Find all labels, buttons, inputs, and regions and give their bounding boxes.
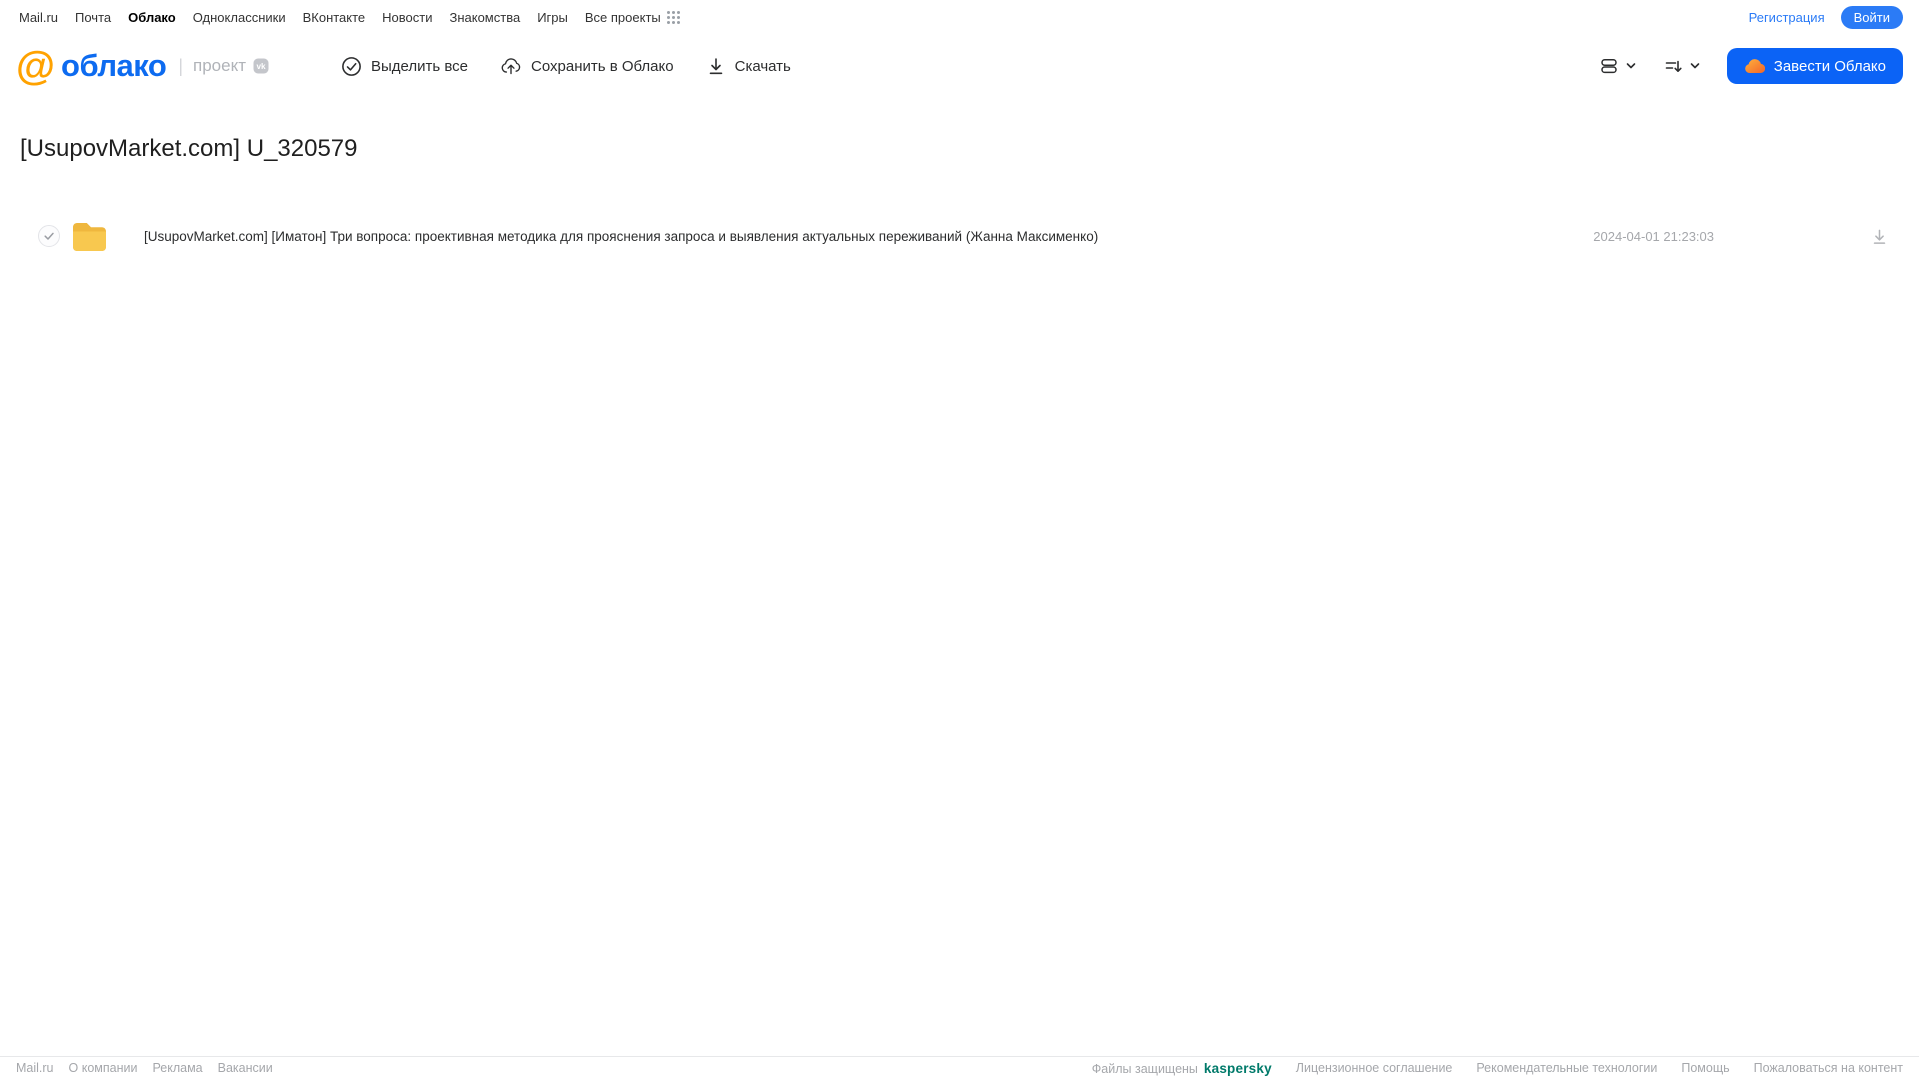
footer-link-report[interactable]: Пожаловаться на контент	[1754, 1061, 1903, 1075]
view-mode-dropdown[interactable]	[1599, 56, 1637, 76]
footer-link-ads[interactable]: Реклама	[152, 1061, 202, 1075]
create-cloud-label: Завести Облако	[1773, 57, 1886, 75]
footer-link-company[interactable]: О компании	[69, 1061, 138, 1075]
footer-link-recommendations[interactable]: Рекомендательные технологии	[1476, 1061, 1657, 1075]
nav-item-oblako[interactable]: Облако	[128, 10, 176, 25]
logo-wordmark: облако	[61, 48, 167, 83]
file-date: 2024-04-01 21:23:03	[1593, 228, 1714, 244]
create-cloud-button[interactable]: Завести Облако	[1726, 48, 1903, 84]
all-projects-label: Все проекты	[584, 9, 661, 25]
save-to-cloud-button[interactable]: Сохранить в Облако	[500, 55, 674, 77]
sort-icon	[1665, 60, 1682, 72]
page-footer: Mail.ru О компании Реклама Вакансии Файл…	[0, 1056, 1919, 1079]
row-download-button[interactable]	[1870, 227, 1889, 246]
portal-nav: Mail.ru Почта Облако Одноклассники ВКонт…	[0, 0, 1919, 34]
footer-link-help[interactable]: Помощь	[1681, 1061, 1729, 1075]
protected-label: Файлы защищены	[1091, 1061, 1198, 1076]
chevron-down-icon	[1626, 63, 1636, 69]
kaspersky-protection: Файлы защищены kaspersky	[1092, 1061, 1272, 1076]
download-button[interactable]: Скачать	[706, 56, 791, 76]
nav-item-mailru[interactable]: Mail.ru	[19, 10, 58, 25]
nav-item-novosti[interactable]: Новости	[382, 10, 432, 25]
folder-icon	[73, 222, 106, 251]
download-label: Скачать	[734, 57, 791, 75]
mailru-at-icon: @	[16, 44, 55, 88]
view-controls: Завести Облако	[1599, 48, 1903, 84]
registration-link[interactable]: Регистрация	[1749, 10, 1825, 25]
footer-link-jobs[interactable]: Вакансии	[218, 1061, 273, 1075]
sort-dropdown[interactable]	[1663, 56, 1701, 76]
kaspersky-logo: kaspersky	[1203, 1060, 1272, 1076]
download-icon	[1873, 229, 1886, 244]
save-to-cloud-label: Сохранить в Облако	[531, 57, 674, 75]
footer-link-mailru[interactable]: Mail.ru	[16, 1061, 54, 1075]
row-checkbox[interactable]	[38, 225, 60, 247]
page-title: [UsupovMarket.com] U_320579	[20, 135, 358, 162]
logo-divider: |	[178, 55, 183, 76]
grid-icon	[666, 10, 680, 24]
nav-item-vkontakte[interactable]: ВКонтакте	[303, 10, 366, 25]
download-icon	[709, 58, 722, 75]
check-circle-icon	[342, 56, 361, 76]
login-button[interactable]: Войти	[1840, 5, 1903, 29]
nav-item-znakomstva[interactable]: Знакомства	[449, 10, 520, 25]
nav-item-all-projects[interactable]: Все проекты	[585, 10, 681, 25]
svg-text:vk: vk	[256, 62, 266, 71]
cloud-logo[interactable]: @ облако | проект vk	[16, 46, 269, 86]
chevron-down-icon	[1690, 63, 1700, 69]
vk-badge-icon: vk	[253, 58, 269, 74]
check-icon	[44, 232, 54, 240]
footer-link-license[interactable]: Лицензионное соглашение	[1296, 1061, 1453, 1075]
select-all-label: Выделить все	[370, 57, 468, 75]
file-list-row[interactable]: [UsupovMarket.com] [Иматон] Три вопроса:…	[0, 205, 1919, 267]
file-name-link[interactable]: [UsupovMarket.com] [Иматон] Три вопроса:…	[144, 229, 1098, 244]
nav-item-igry[interactable]: Игры	[537, 10, 568, 25]
select-all-button[interactable]: Выделить все	[341, 56, 468, 77]
cloud-header: @ облако | проект vk Выделить все Сохран…	[0, 37, 1919, 95]
actions-toolbar: Выделить все Сохранить в Облако Скачать	[341, 55, 791, 77]
project-label: проект	[193, 56, 246, 75]
nav-item-odnoklassniki[interactable]: Одноклассники	[193, 10, 286, 25]
nav-item-pochta[interactable]: Почта	[75, 10, 111, 25]
view-mode-icon	[1601, 59, 1617, 74]
cloud-upload-icon	[501, 58, 521, 75]
cloud-logo-icon	[1744, 58, 1765, 73]
